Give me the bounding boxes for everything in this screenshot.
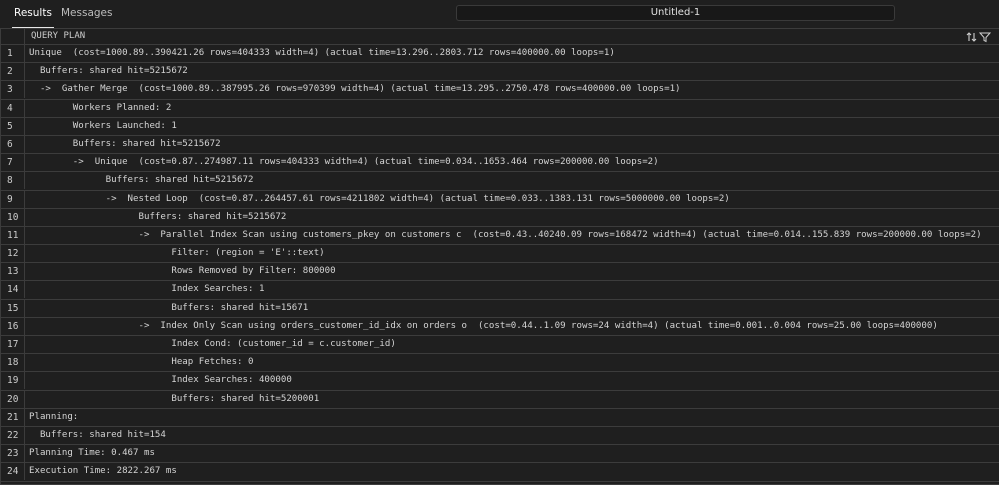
row-number: 1: [1, 45, 25, 62]
row-number: 2: [1, 63, 25, 81]
table-row[interactable]: 6 Buffers: shared hit=5215672: [1, 135, 999, 155]
grid-rows: 1 Unique (cost=1000.89..390421.26 rows=40…: [1, 45, 999, 482]
table-row[interactable]: 4 Workers Planned: 2: [1, 99, 999, 118]
row-number: 15: [1, 299, 25, 317]
query-plan-cell[interactable]: -> Parallel Index Scan using customers_p…: [29, 227, 981, 244]
query-plan-cell[interactable]: Filter: (region = 'E'::text): [29, 245, 324, 262]
query-plan-cell[interactable]: Buffers: shared hit=5215672: [29, 136, 221, 153]
table-row[interactable]: 5 Workers Launched: 1: [1, 117, 999, 136]
table-row[interactable]: 16 -> Index Only Scan using orders_custo…: [1, 317, 999, 336]
grid-header-row: QUERY PLAN: [1, 29, 999, 45]
query-plan-cell[interactable]: -> Index Only Scan using orders_customer…: [29, 318, 937, 335]
table-row[interactable]: 19 Index Searches: 400000: [1, 372, 999, 391]
table-row[interactable]: 22 Buffers: shared hit=154: [1, 426, 999, 446]
query-plan-cell[interactable]: Execution Time: 2822.267 ms: [29, 463, 177, 480]
top-bar: Results Messages Untitled-1: [0, 0, 999, 28]
row-number: 16: [1, 317, 25, 335]
query-plan-cell[interactable]: Unique (cost=1000.89..390421.26 rows=404…: [29, 45, 615, 62]
table-row[interactable]: 8 Buffers: shared hit=5215672: [1, 172, 999, 191]
table-row[interactable]: 3 -> Gather Merge (cost=1000.89..387995.…: [1, 81, 999, 100]
row-number: 3: [1, 81, 25, 99]
row-number: 14: [1, 281, 25, 299]
header-icons: [966, 28, 992, 47]
table-row[interactable]: 2 Buffers: shared hit=5215672: [1, 63, 999, 82]
query-plan-cell[interactable]: -> Nested Loop (cost=0.87..264457.61 row…: [29, 191, 730, 208]
table-row[interactable]: 1 Unique (cost=1000.89..390421.26 rows=40…: [1, 45, 999, 64]
row-number-header: [1, 29, 25, 44]
row-number: 9: [1, 190, 25, 208]
column-header-query-plan[interactable]: QUERY PLAN: [31, 29, 85, 44]
query-plan-cell[interactable]: Buffers: shared hit=5215672: [29, 209, 286, 226]
row-number: 21: [1, 408, 25, 426]
row-number: 17: [1, 336, 25, 353]
row-number: 13: [1, 263, 25, 281]
table-row[interactable]: 13 Rows Removed by Filter: 800000: [1, 263, 999, 282]
tab-messages[interactable]: Messages: [59, 0, 115, 28]
table-row[interactable]: 11 -> Parallel Index Scan using customer…: [1, 226, 999, 246]
table-row[interactable]: 21 Planning:: [1, 408, 999, 427]
row-number: 22: [1, 426, 25, 444]
query-plan-cell[interactable]: Rows Removed by Filter: 800000: [29, 263, 335, 280]
sort-icon[interactable]: [966, 28, 978, 47]
query-plan-cell[interactable]: Buffers: shared hit=154: [29, 427, 166, 444]
row-number: 20: [1, 390, 25, 408]
table-row[interactable]: 7 -> Unique (cost=0.87..274987.11 rows=4…: [1, 154, 999, 173]
document-title: Untitled-1: [456, 5, 895, 21]
query-plan-cell[interactable]: Index Cond: (customer_id = c.customer_id…: [29, 336, 395, 353]
row-number: 4: [1, 99, 25, 117]
query-plan-cell[interactable]: Buffers: shared hit=15671: [29, 300, 308, 317]
table-row[interactable]: 10 Buffers: shared hit=5215672: [1, 208, 999, 227]
query-plan-cell[interactable]: Workers Launched: 1: [29, 118, 177, 135]
table-row[interactable]: 24 Execution Time: 2822.267 ms: [1, 463, 999, 482]
table-row[interactable]: 14 Index Searches: 1: [1, 281, 999, 300]
query-plan-cell[interactable]: Workers Planned: 2: [29, 100, 172, 117]
filter-icon[interactable]: [978, 28, 992, 47]
row-number: 12: [1, 245, 25, 263]
query-plan-cell[interactable]: -> Unique (cost=0.87..274987.11 rows=404…: [29, 154, 659, 171]
row-number: 10: [1, 208, 25, 226]
table-row[interactable]: 9 -> Nested Loop (cost=0.87..264457.61 r…: [1, 190, 999, 209]
table-row[interactable]: 20 Buffers: shared hit=5200001: [1, 390, 999, 409]
query-plan-cell[interactable]: Buffers: shared hit=5215672: [29, 172, 254, 189]
row-number: 18: [1, 354, 25, 372]
query-plan-cell[interactable]: Buffers: shared hit=5200001: [29, 391, 319, 408]
table-row[interactable]: 18 Heap Fetches: 0: [1, 354, 999, 373]
tab-results[interactable]: Results: [12, 0, 54, 28]
row-number: 6: [1, 135, 25, 153]
row-number: 19: [1, 372, 25, 390]
query-plan-cell[interactable]: Heap Fetches: 0: [29, 354, 253, 371]
query-plan-cell[interactable]: Planning:: [29, 409, 78, 426]
query-plan-cell[interactable]: Index Searches: 1: [29, 281, 264, 298]
row-number: 7: [1, 154, 25, 172]
row-number: 8: [1, 172, 25, 190]
row-number: 24: [1, 463, 25, 481]
table-row[interactable]: 12 Filter: (region = 'E'::text): [1, 245, 999, 264]
results-grid: QUERY PLAN 1 Unique (cost=1000.89..390421…: [0, 28, 999, 485]
table-row[interactable]: 23 Planning Time: 0.467 ms: [1, 445, 999, 464]
row-number: 23: [1, 445, 25, 463]
table-row[interactable]: 17 Index Cond: (customer_id = c.customer…: [1, 336, 999, 355]
query-plan-cell[interactable]: Buffers: shared hit=5215672: [29, 63, 188, 80]
query-plan-cell[interactable]: Planning Time: 0.467 ms: [29, 445, 155, 462]
row-number: 11: [1, 226, 25, 244]
table-row[interactable]: 15 Buffers: shared hit=15671: [1, 299, 999, 318]
row-number: 5: [1, 117, 25, 135]
query-plan-cell[interactable]: Index Searches: 400000: [29, 372, 291, 389]
query-plan-cell[interactable]: -> Gather Merge (cost=1000.89..387995.26…: [29, 81, 681, 98]
